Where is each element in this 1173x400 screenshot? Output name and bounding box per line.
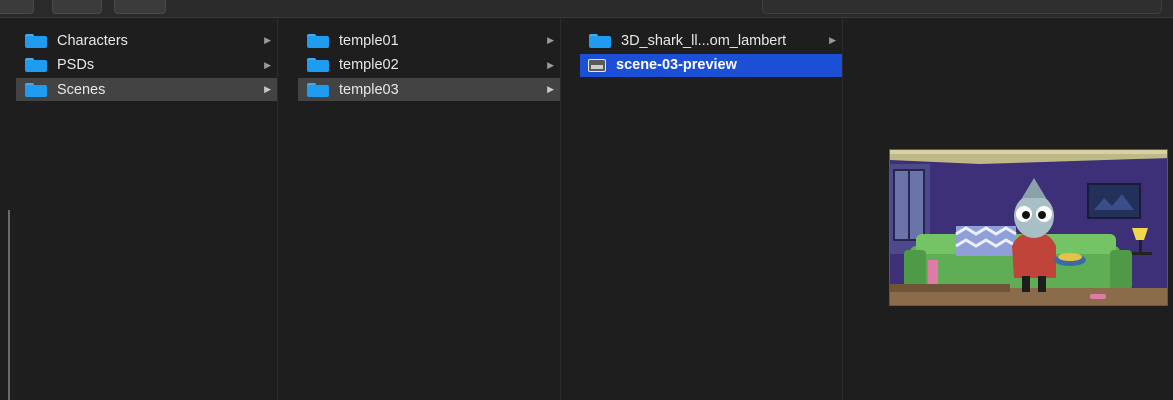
disclosure-arrow-icon: ▶ [547,59,554,70]
disclosure-arrow-icon: ▶ [264,35,271,45]
item-label: scene-03-preview [616,57,737,73]
column-root[interactable]: Characters ▶ PSDs ▶ Scenes ▶ [16,28,277,400]
disclosure-arrow-icon: ▶ [829,35,836,45]
browser-item[interactable]: temple03 ▶ [298,78,560,101]
action-button[interactable] [114,0,166,14]
browser-item[interactable]: 3D_shark_ll...om_lambert ▶ [580,29,842,52]
image-file-icon [588,58,606,72]
folder-icon [25,33,47,48]
back-button[interactable] [0,0,34,14]
item-label: PSDs [57,57,95,73]
folder-icon [307,58,329,72]
item-label: temple01 [339,32,399,49]
item-label: temple02 [339,57,399,73]
disclosure-arrow-icon: ▶ [264,59,271,70]
disclosure-arrow-icon: ▶ [547,35,554,45]
browser-item[interactable]: Characters ▶ [16,29,277,52]
column-divider[interactable] [560,18,561,400]
preview-image [890,150,1167,305]
window-edge [8,210,10,400]
item-label: 3D_shark_ll...om_lambert [621,32,787,49]
folder-icon [307,82,329,97]
image-preview [889,149,1168,306]
toolbar [0,0,1173,18]
browser-item[interactable]: PSDs ▶ [16,54,277,77]
item-label: temple03 [339,81,399,98]
item-label: Characters [57,32,128,49]
disclosure-arrow-icon: ▶ [547,84,554,94]
column-divider[interactable] [842,18,843,400]
view-mode-button[interactable] [52,0,102,14]
browser-item[interactable]: temple01 ▶ [298,29,560,52]
folder-icon [25,82,47,97]
browser-item[interactable]: scene-03-preview [580,53,842,77]
browser-item[interactable]: temple02 ▶ [298,54,560,77]
folder-icon [307,33,329,48]
column-divider[interactable] [277,18,278,400]
column-scenes[interactable]: temple01 ▶ temple02 ▶ temple03 ▶ [298,28,560,400]
item-label: Scenes [57,81,106,98]
finder-window: Characters ▶ PSDs ▶ Scenes ▶ temple01 ▶ temple0… [0,0,1173,400]
search-field[interactable] [762,0,1162,14]
folder-icon [589,33,611,48]
folder-icon [25,58,47,72]
column-temple03[interactable]: 3D_shark_ll...om_lambert ▶ scene-03-previe… [580,28,842,400]
disclosure-arrow-icon: ▶ [264,84,271,94]
browser-item[interactable]: Scenes ▶ [16,78,277,101]
